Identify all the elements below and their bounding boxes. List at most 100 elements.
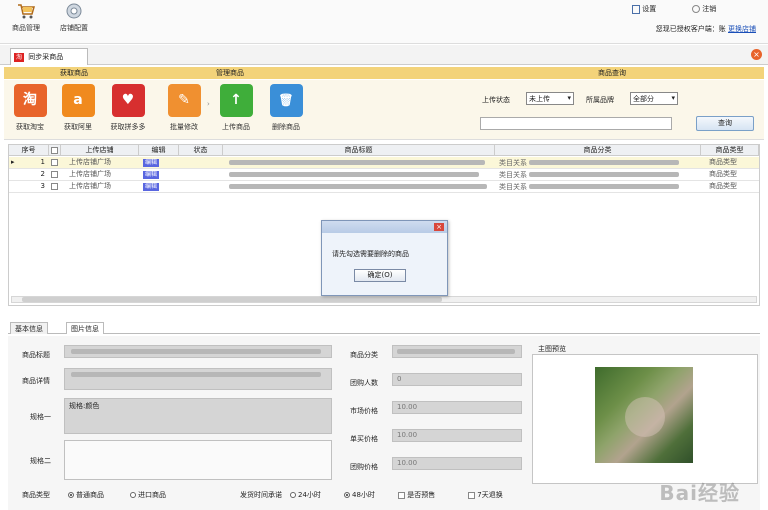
close-tab-icon[interactable]: ×: [751, 49, 762, 60]
return-label: 7天退换: [477, 491, 503, 499]
title-field[interactable]: [64, 345, 332, 358]
col-header-check[interactable]: [49, 145, 61, 156]
checkbox-icon: [398, 491, 405, 499]
row-type: 商品类型: [709, 170, 737, 178]
row-category: 类目关系: [499, 169, 699, 180]
market-price-label: 市场价格: [350, 407, 378, 415]
scrollbar-thumb[interactable]: [22, 297, 442, 302]
row-edit-link[interactable]: 编辑: [143, 157, 173, 168]
row-shop: 上传店铺广场: [69, 170, 111, 178]
fetch-pinduoduo-button[interactable]: ♥ 获取拼多多: [106, 84, 150, 132]
row-category: 类目关系: [499, 181, 699, 192]
col-header-shop[interactable]: 上传店铺: [61, 145, 139, 156]
upload-products-button[interactable]: ↑ 上传商品: [214, 84, 258, 132]
shop-config-button[interactable]: 店铺配置: [52, 2, 96, 42]
alibaba-icon: a: [61, 84, 95, 117]
tab-label: 同步采商品: [28, 53, 64, 61]
upload-status-value: 未上传: [529, 95, 550, 103]
col-header-status[interactable]: 状态: [179, 145, 223, 156]
row-title: [229, 181, 489, 192]
return-checkbox[interactable]: 7天退换: [468, 490, 503, 500]
radio-icon: [290, 492, 296, 498]
watermark-logo: Bai经验: [659, 481, 740, 505]
row-edit-link[interactable]: 编辑: [143, 181, 173, 192]
col-header-title[interactable]: 商品标题: [223, 145, 495, 156]
tab-sync-products[interactable]: 淘 同步采商品: [10, 48, 88, 65]
detail-tabs: 基本信息 图片信息: [8, 320, 760, 334]
separator-arrow-icon: ›: [207, 100, 210, 108]
col-header-num[interactable]: 序号: [9, 145, 49, 156]
spec1-field[interactable]: 规格:颜色: [64, 398, 332, 434]
dialog-message: 请先勾选需要删除的商品: [332, 250, 409, 258]
type-normal-radio[interactable]: 普通商品: [68, 490, 104, 500]
col-header-edit[interactable]: 编辑: [139, 145, 179, 156]
product-image[interactable]: [595, 367, 693, 463]
settings-label: 设置: [642, 5, 657, 13]
row-checkbox[interactable]: [51, 181, 61, 192]
brand-select[interactable]: 全部分 ▾: [630, 92, 678, 105]
product-manage-button[interactable]: 商品管理: [4, 2, 48, 42]
row-checkbox[interactable]: [51, 169, 61, 180]
edit-tag: 编辑: [143, 183, 160, 191]
spec2-field[interactable]: [64, 440, 332, 480]
taobao-icon: 淘: [13, 84, 47, 117]
row-shop: 上传店铺广场: [69, 158, 111, 166]
title-label: 商品标题: [22, 351, 50, 359]
settings-link[interactable]: 设置: [632, 4, 656, 14]
fetch-taobao-button[interactable]: 淘 获取淘宝: [8, 84, 52, 132]
table-row[interactable]: 2 上传店铺广场 编辑 类目关系 商品类型: [9, 169, 759, 181]
product-type-label: 商品类型: [22, 491, 50, 499]
upload-status-select[interactable]: 未上传 ▾: [526, 92, 574, 105]
single-price-field[interactable]: 10.00: [392, 429, 522, 442]
detail-form: 商品标题 商品详情 规格一 规格:颜色 规格二 商品分类 团购人数 0 市场价格…: [8, 336, 760, 510]
table-row[interactable]: 3 上传店铺广场 编辑 类目关系 商品类型: [9, 181, 759, 193]
tab-basic-info[interactable]: 基本信息: [10, 322, 48, 334]
fetch-taobao-label: 获取淘宝: [16, 123, 44, 131]
type-import-label: 进口商品: [138, 491, 166, 499]
col-header-type[interactable]: 商品类型: [701, 145, 759, 156]
presale-checkbox[interactable]: 是否预售: [398, 490, 435, 500]
row-num: 3: [40, 182, 45, 190]
dialog-titlebar[interactable]: [322, 221, 447, 233]
radio-selected-icon: [344, 492, 350, 498]
row-edit-link[interactable]: 编辑: [143, 169, 173, 180]
tab-image-info[interactable]: 图片信息: [66, 322, 104, 334]
type-import-radio[interactable]: 进口商品: [130, 490, 166, 500]
fetch-alibaba-button[interactable]: a 获取阿里: [56, 84, 100, 132]
close-icon[interactable]: ×: [434, 223, 444, 231]
query-button[interactable]: 查询: [696, 116, 754, 131]
logout-link[interactable]: 注销: [692, 4, 716, 14]
detail-field[interactable]: [64, 368, 332, 390]
horizontal-scrollbar[interactable]: [11, 296, 757, 303]
section-header-band: 获取商品 管理商品 商品查询: [4, 67, 764, 79]
table-row[interactable]: ▸ 1 上传店铺广场 编辑 类目关系 商品类型: [9, 157, 759, 169]
group-size-field[interactable]: 0: [392, 373, 522, 386]
col-header-category[interactable]: 商品分类: [495, 145, 701, 156]
row-checkbox[interactable]: [51, 157, 61, 168]
groupbuy-price-field[interactable]: 10.00: [392, 457, 522, 470]
switch-shop-link[interactable]: 更换店铺: [728, 25, 756, 33]
market-price-field[interactable]: 10.00: [392, 401, 522, 414]
spec1-label: 规格一: [30, 413, 51, 421]
spec2-label: 规格二: [30, 457, 51, 465]
ship-48h-radio[interactable]: 48小时: [344, 490, 375, 500]
category-label: 商品分类: [350, 351, 378, 359]
group-query-title: 商品查询: [598, 69, 626, 77]
row-category-text: 类目关系: [499, 159, 527, 167]
upload-products-label: 上传商品: [222, 123, 250, 131]
confirm-dialog: × 请先勾选需要删除的商品 确定(O): [321, 220, 448, 296]
search-input[interactable]: [480, 117, 672, 130]
ship-24h-radio[interactable]: 24小时: [290, 490, 321, 500]
logout-label: 注销: [702, 5, 717, 13]
image-preview-label: 主图预览: [538, 345, 566, 353]
ok-button[interactable]: 确定(O): [354, 269, 406, 282]
category-field[interactable]: [392, 345, 522, 358]
brand-value: 全部分: [633, 95, 654, 103]
delete-products-button[interactable]: 🗑 删除商品: [264, 84, 308, 132]
heart-icon: ♥: [111, 84, 145, 117]
select-all-checkbox[interactable]: [51, 146, 58, 154]
taobao-tab-icon: 淘: [14, 52, 24, 62]
tab-strip: 淘 同步采商品 ×: [0, 45, 768, 65]
row-category-text: 类目关系: [499, 171, 527, 179]
batch-edit-button[interactable]: ✎ 批量修改: [162, 84, 206, 132]
